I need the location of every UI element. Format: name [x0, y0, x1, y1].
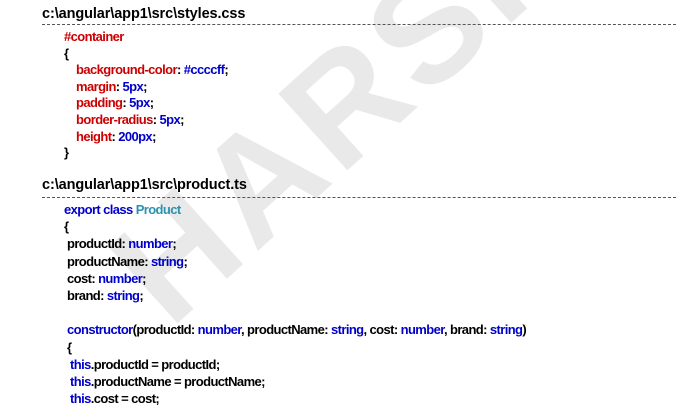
code-token: : — [176, 62, 184, 78]
code-token: number — [128, 236, 173, 252]
code-line: productName: string; — [64, 253, 188, 270]
code-token: #container — [64, 29, 124, 44]
code-token: { — [64, 339, 72, 355]
code-token: padding — [64, 95, 123, 111]
code-token: .productName = productName; — [90, 374, 266, 389]
code-token: this — [64, 391, 91, 407]
code-token: ; — [142, 270, 146, 286]
code-line: { — [64, 339, 72, 356]
code-token: : — [115, 78, 123, 94]
code-token: productName: — [64, 253, 151, 269]
code-line: padding: 5px; — [64, 95, 154, 111]
code-token: 200px — [118, 128, 153, 144]
code-line: this.cost = cost; — [64, 391, 160, 407]
code-token: Product — [135, 202, 182, 217]
code-token: cost: — [64, 270, 99, 286]
code-block-product: export class Product{ productId: number;… — [64, 202, 674, 410]
code-token: productId: — [64, 236, 129, 252]
code-token: this — [64, 374, 91, 389]
code-token: 5px — [122, 78, 144, 94]
code-token: (productId: — [132, 322, 198, 338]
code-token: 5px — [159, 112, 181, 127]
code-token: ; — [180, 112, 184, 127]
code-token: ; — [143, 78, 147, 94]
code-token: ; — [152, 128, 156, 144]
code-line: { — [64, 219, 69, 235]
code-token: ; — [224, 62, 229, 78]
code-token: 5px — [129, 95, 150, 111]
file-path-styles: c:\angular\app1\src\styles.css — [42, 6, 246, 22]
code-token: , brand: — [443, 322, 490, 338]
code-line: this.productName = productName; — [64, 374, 265, 390]
code-line: constructor(productId: number, productNa… — [64, 322, 527, 338]
code-line: brand: string; — [64, 288, 144, 304]
code-token: ; — [149, 95, 154, 111]
file-path-product: c:\angular\app1\src\product.ts — [42, 177, 247, 193]
code-line: this.productId = productId; — [64, 357, 220, 373]
code-token: number — [197, 322, 242, 338]
code-line: border-radius: 5px; — [64, 112, 184, 128]
code-token: border-radius — [64, 112, 153, 127]
code-token: height — [64, 128, 112, 144]
code-token: ; — [172, 236, 177, 252]
code-line: export class Product — [64, 202, 181, 218]
code-line: height: 200px; — [64, 129, 156, 145]
code-line: margin: 5px; — [64, 79, 147, 95]
code-token: , cost: — [363, 322, 401, 338]
code-line: } — [64, 145, 69, 161]
code-token: .cost = cost; — [90, 391, 160, 407]
code-token: string — [106, 288, 140, 303]
code-token: number — [400, 322, 445, 338]
code-block-styles: #container{ background-color: #ccccff; m… — [64, 29, 664, 165]
code-token: : — [152, 112, 160, 127]
code-token: margin — [64, 78, 116, 94]
code-token: constructor — [64, 322, 133, 338]
divider-styles — [42, 24, 676, 25]
code-token: export class — [64, 202, 136, 217]
code-token: { — [64, 45, 69, 61]
code-token: ; — [183, 253, 188, 269]
code-token: #ccccff — [183, 62, 225, 78]
code-token: } — [64, 145, 69, 161]
code-token: string — [331, 322, 364, 338]
code-token: { — [64, 219, 69, 235]
code-token: string — [150, 253, 184, 269]
code-token: string — [489, 322, 523, 338]
code-line: background-color: #ccccff; — [64, 62, 229, 78]
code-token: brand: — [64, 288, 107, 303]
code-line: productId: number; — [64, 236, 177, 252]
code-line: cost: number; — [64, 271, 146, 287]
code-token: , productName: — [241, 322, 331, 338]
code-token: this — [64, 356, 91, 372]
code-token: ) — [522, 322, 527, 338]
divider-product — [42, 197, 676, 198]
code-line: { — [64, 45, 69, 62]
code-line: #container — [64, 29, 124, 45]
code-token: ; — [139, 288, 144, 303]
code-token: number — [98, 270, 143, 286]
code-token: background-color — [64, 62, 178, 78]
code-token: .productId = productId; — [90, 356, 220, 372]
